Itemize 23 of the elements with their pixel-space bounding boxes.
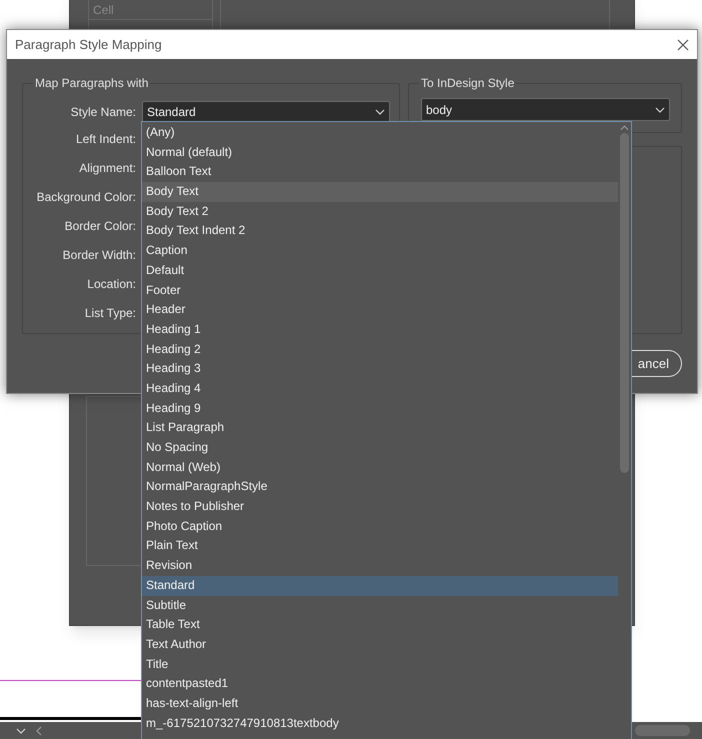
field-label: Alignment: bbox=[78, 160, 136, 176]
close-icon[interactable] bbox=[677, 38, 689, 50]
group-legend: Map Paragraphs with bbox=[33, 75, 150, 91]
indesign-style-dropdown[interactable]: body bbox=[421, 98, 670, 121]
field-label: List Type: bbox=[84, 304, 136, 322]
style-name-dropdown[interactable]: Standard bbox=[142, 100, 390, 124]
chevron-left-icon[interactable] bbox=[36, 726, 42, 736]
field-label: Left Indent: bbox=[74, 130, 136, 148]
window-title: Paragraph Style Mapping bbox=[15, 36, 162, 54]
chevron-down-icon bbox=[655, 106, 665, 112]
field-label: Location: bbox=[86, 276, 136, 292]
chevron-down-icon bbox=[375, 109, 385, 115]
dropdown-option[interactable]: Body Text bbox=[142, 182, 618, 202]
dropdown-option[interactable]: Standard bbox=[142, 576, 618, 596]
scrollbar-thumb[interactable] bbox=[620, 133, 629, 473]
field-label: Style Name: bbox=[70, 104, 136, 121]
chevron-down-icon bbox=[16, 728, 26, 734]
field-label: Border Color: bbox=[64, 218, 136, 234]
field-label: Border Width: bbox=[62, 246, 136, 264]
field-label: Background Color: bbox=[36, 188, 136, 206]
chevron-up-icon[interactable] bbox=[620, 125, 629, 131]
scrollbar-thumb[interactable] bbox=[635, 725, 690, 736]
group-legend: To InDesign Style bbox=[419, 75, 516, 91]
